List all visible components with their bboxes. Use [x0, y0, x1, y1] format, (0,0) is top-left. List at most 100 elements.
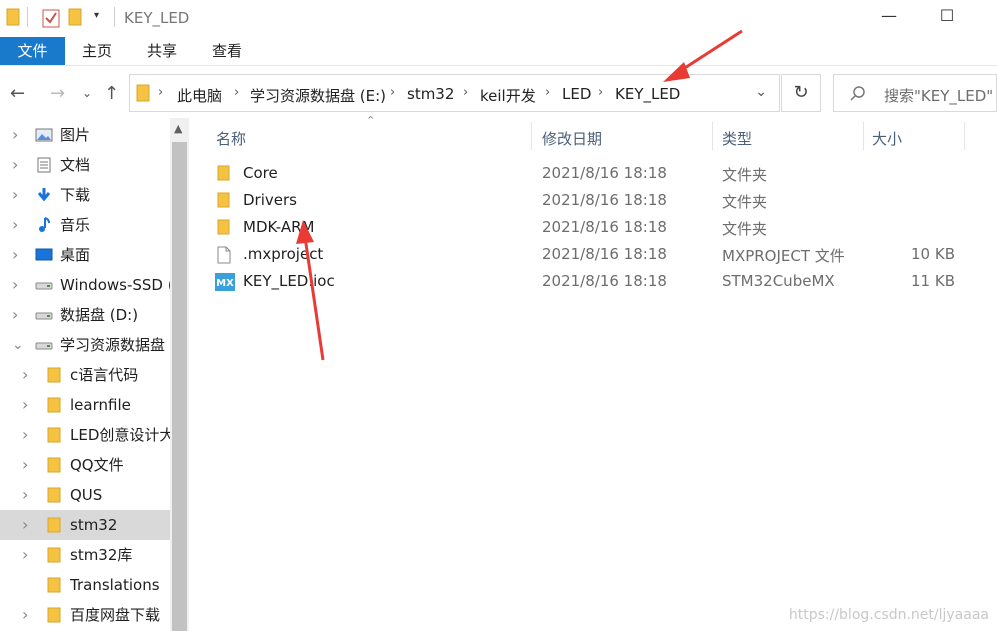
sidebar-item[interactable]: › stm32 — [0, 510, 170, 540]
breadcrumb-this-pc[interactable]: 此电脑 — [177, 85, 222, 106]
folder-icon — [6, 8, 20, 26]
title-bar: ▾ KEY_LED — ☐ — [0, 0, 997, 37]
sidebar-item[interactable]: › LED创意设计大 — [0, 420, 170, 450]
column-divider[interactable] — [712, 122, 713, 150]
up-button[interactable]: ↑ — [104, 83, 119, 104]
expand-chevron-right-icon[interactable]: › — [22, 540, 28, 570]
expand-chevron-right-icon[interactable]: › — [12, 240, 18, 270]
breadcrumb-chevron-icon[interactable]: › — [463, 85, 468, 100]
file-size: 10 KB — [911, 245, 955, 263]
file-row[interactable]: .mxproject 2021/8/16 18:18 MXPROJECT 文件 10 … — [205, 241, 997, 268]
sidebar-item-label: 音乐 — [60, 216, 91, 234]
file-name[interactable]: Drivers — [243, 191, 297, 209]
expand-chevron-right-icon[interactable]: › — [22, 600, 28, 630]
column-divider[interactable] — [964, 122, 965, 150]
sidebar-item[interactable]: › Windows-SSD ( — [0, 270, 170, 300]
file-name[interactable]: MDK-ARM — [243, 218, 314, 236]
expand-chevron-right-icon[interactable]: › — [22, 360, 28, 390]
expand-chevron-right-icon[interactable]: › — [22, 390, 28, 420]
sidebar-item-label: 下载 — [60, 186, 91, 204]
expand-chevron-right-icon[interactable]: › — [12, 180, 18, 210]
column-header-date[interactable]: 修改日期 — [542, 128, 602, 149]
sidebar-item[interactable]: › 文档 — [0, 150, 170, 180]
sidebar-item[interactable]: › stm32库 — [0, 540, 170, 570]
sidebar-item[interactable]: › QQ文件 — [0, 450, 170, 480]
sidebar-item[interactable]: Translations — [0, 570, 170, 600]
recent-locations-chevron-down-icon[interactable]: ⌄ — [82, 86, 92, 100]
expand-chevron-right-icon[interactable]: › — [12, 300, 18, 330]
sidebar-item[interactable]: › learnfile — [0, 390, 170, 420]
breadcrumb-drive-e[interactable]: 学习资源数据盘 (E:) — [250, 85, 386, 106]
breadcrumb-led[interactable]: LED — [562, 85, 591, 103]
file-row[interactable]: Core 2021/8/16 18:18 文件夹 — [205, 160, 997, 187]
tab-home[interactable]: 主页 — [82, 37, 112, 65]
maximize-button[interactable]: ☐ — [924, 6, 970, 32]
expand-chevron-right-icon[interactable]: › — [12, 270, 18, 300]
file-name[interactable]: KEY_LED.ioc — [243, 272, 335, 290]
address-bar[interactable]: › 此电脑 › 学习资源数据盘 (E:) › stm32 › keil开发 › … — [129, 74, 780, 112]
column-header-type[interactable]: 类型 — [722, 128, 752, 149]
divider — [27, 7, 28, 27]
address-history-chevron-down-icon[interactable]: ⌄ — [755, 84, 767, 100]
sidebar-item[interactable]: › 下载 — [0, 180, 170, 210]
folder-icon — [47, 427, 61, 443]
sidebar-item[interactable]: › 音乐 — [0, 210, 170, 240]
sidebar-item[interactable]: › 图片 — [0, 120, 170, 150]
file-name[interactable]: Core — [243, 164, 278, 182]
forward-button[interactable]: → — [50, 83, 65, 104]
breadcrumb-chevron-icon[interactable]: › — [545, 85, 550, 100]
column-header-name[interactable]: 名称 — [216, 128, 246, 149]
sidebar-item[interactable]: ⌄ 学习资源数据盘 — [0, 330, 170, 360]
column-divider[interactable] — [531, 122, 532, 150]
expand-chevron-right-icon[interactable]: › — [22, 450, 28, 480]
expand-chevron-right-icon[interactable]: › — [22, 420, 28, 450]
breadcrumb-chevron-icon[interactable]: › — [234, 85, 239, 100]
search-placeholder: 搜索"KEY_LED" — [884, 87, 994, 105]
file-date: 2021/8/16 18:18 — [542, 218, 667, 236]
breadcrumb-keil[interactable]: keil开发 — [480, 85, 536, 106]
download-icon — [37, 188, 51, 202]
tab-share[interactable]: 共享 — [147, 37, 177, 65]
breadcrumb-stm32[interactable]: stm32 — [407, 85, 454, 103]
sidebar-item-label: stm32库 — [70, 546, 133, 564]
file-row[interactable]: MDK-ARM 2021/8/16 18:18 文件夹 — [205, 214, 997, 241]
refresh-button[interactable]: ↻ — [781, 74, 821, 112]
scroll-thumb[interactable] — [172, 142, 187, 631]
back-button[interactable]: ← — [10, 83, 25, 104]
expand-chevron-right-icon[interactable]: › — [12, 120, 18, 150]
folder-icon — [47, 397, 61, 413]
expand-chevron-right-icon[interactable]: › — [12, 210, 18, 240]
sidebar-item[interactable]: › c语言代码 — [0, 360, 170, 390]
file-name[interactable]: .mxproject — [243, 245, 323, 263]
folder-icon — [47, 517, 61, 533]
breadcrumb-chevron-icon[interactable]: › — [598, 85, 603, 100]
column-header-size[interactable]: 大小 — [872, 128, 902, 149]
sidebar-item[interactable]: › 百度网盘下载 — [0, 600, 170, 630]
column-divider[interactable] — [863, 122, 864, 150]
scroll-up-icon[interactable]: ▲ — [174, 122, 182, 135]
file-type: 文件夹 — [722, 193, 768, 211]
sidebar-item[interactable]: › 数据盘 (D:) — [0, 300, 170, 330]
sidebar-item[interactable]: › QUS — [0, 480, 170, 510]
breadcrumb-chevron-icon[interactable]: › — [390, 85, 395, 100]
sidebar-item-label: stm32 — [70, 516, 118, 534]
file-date: 2021/8/16 18:18 — [542, 272, 667, 290]
breadcrumb-key-led[interactable]: KEY_LED — [615, 85, 680, 103]
properties-icon[interactable] — [42, 8, 60, 28]
expand-chevron-right-icon[interactable]: › — [22, 510, 28, 540]
quick-access-dropdown-icon[interactable]: ▾ — [94, 10, 99, 21]
sidebar-item[interactable]: › 桌面 — [0, 240, 170, 270]
expand-chevron-right-icon[interactable]: › — [22, 480, 28, 510]
sidebar-scrollbar[interactable]: ▲ — [170, 118, 189, 631]
new-folder-icon[interactable] — [68, 8, 82, 26]
expand-chevron-down-icon[interactable]: ⌄ — [12, 330, 24, 360]
file-row[interactable]: MX KEY_LED.ioc 2021/8/16 18:18 STM32CubeMX 1… — [205, 268, 997, 295]
tab-view[interactable]: 查看 — [212, 37, 242, 65]
search-box[interactable]: 搜索"KEY_LED" — [833, 74, 997, 112]
file-row[interactable]: Drivers 2021/8/16 18:18 文件夹 — [205, 187, 997, 214]
expand-chevron-right-icon[interactable]: › — [12, 150, 18, 180]
minimize-button[interactable]: — — [866, 6, 912, 32]
breadcrumb-chevron-icon[interactable]: › — [158, 85, 163, 100]
folder-icon — [47, 487, 61, 503]
tab-file[interactable]: 文件 — [0, 37, 65, 65]
